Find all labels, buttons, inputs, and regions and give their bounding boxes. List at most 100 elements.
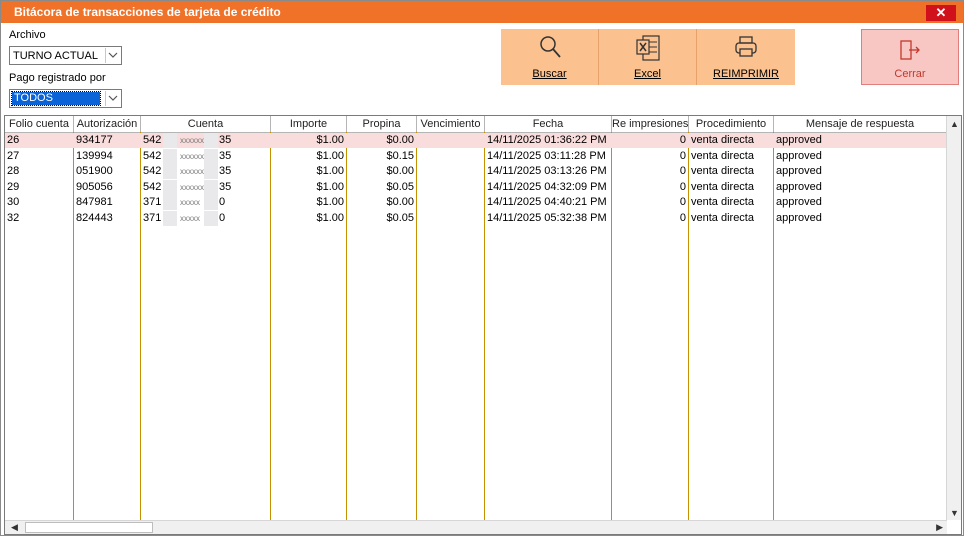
archivo-select[interactable]: TURNO ACTUAL [9,46,122,65]
cell-folio: 28 [7,165,20,177]
cell-importe: $1.00 [316,149,344,162]
cell-procedimiento: venta directa [691,149,754,162]
col-cuenta[interactable]: Cuenta [141,116,271,132]
col-procedimiento[interactable]: Procedimiento [689,116,774,132]
cell-cuenta-suffix: 35 [219,134,232,146]
cell-procedimiento: venta directa [691,134,754,146]
chevron-down-icon[interactable] [105,91,120,106]
reimprimir-label: REIMPRIMIR [713,68,779,80]
cell-fecha: 14/11/2025 03:13:26 PM [487,165,607,177]
cell-folio: 26 [7,134,20,146]
cell-vencimiento [417,164,484,179]
cell-cuenta-prefix: 371 [143,196,162,208]
cell-mensaje: approved [776,149,822,162]
scroll-down-icon[interactable]: ▼ [950,508,959,518]
cell-procedimiento: venta directa [691,196,754,208]
cell-procedimiento: venta directa [691,211,754,224]
redaction-mask [163,195,177,210]
scroll-right-icon[interactable]: ▶ [936,522,943,533]
cell-cuenta-masked: xxxxx [180,213,200,223]
col-folio-cuenta[interactable]: Folio cuenta [5,116,74,132]
cell-importe: $1.00 [316,165,344,177]
cell-propina: $0.05 [386,211,414,224]
cell-folio: 27 [7,149,20,162]
cell-fecha: 14/11/2025 04:32:09 PM [487,180,607,193]
table-row[interactable]: 32 824443 $1.00 $0.05 14/11/2025 05:32:38 PM… [5,210,947,226]
printer-icon [733,34,759,63]
vertical-scrollbar[interactable]: ▲ ▼ [946,116,961,520]
cerrar-label: Cerrar [894,68,926,80]
redaction-mask [204,179,218,195]
table-row[interactable]: 26 934177 $1.00 $0.00 14/11/2025 01:36:22 PM… [5,133,947,148]
scroll-up-icon[interactable]: ▲ [950,119,959,129]
buscar-button[interactable]: Buscar [501,29,599,85]
cell-vencimiento [417,211,484,226]
horizontal-scrollbar[interactable]: ◀ ▶ [5,520,947,534]
table-row[interactable]: 28 051900 $1.00 $0.00 14/11/2025 03:13:26 PM… [5,164,947,179]
buscar-label: Buscar [532,68,567,80]
cell-reimpresiones: 0 [679,149,686,162]
cell-reimpresiones: 0 [679,196,686,208]
cell-propina: $0.15 [386,149,414,162]
cell-cuenta-prefix: 542 [143,165,162,177]
col-autorizacion[interactable]: Autorización [74,116,141,132]
col-propina[interactable]: Propina [347,116,417,132]
cell-mensaje: approved [776,134,822,146]
cell-vencimiento [417,180,484,195]
col-re-impresiones[interactable]: Re impresiones [612,116,689,132]
table-row[interactable]: 27 139994 $1.00 $0.15 14/11/2025 03:11:28 PM… [5,148,947,164]
transactions-table[interactable]: Folio cuenta Autorización Cuenta Importe… [4,115,962,535]
archivo-value: TURNO ACTUAL [13,50,98,62]
toolbar: Buscar Excel REIMPRIMIR [501,29,795,85]
cell-mensaje: approved [776,196,822,208]
cell-cuenta-suffix: 0 [219,196,226,208]
close-window-button[interactable]: ✕ [926,5,956,21]
cell-autorizacion: 847981 [76,196,113,208]
cell-folio: 29 [7,180,20,193]
pago-registrado-select[interactable]: TODOS [9,89,122,108]
title-bar: Bitácora de transacciones de tarjeta de … [1,1,963,23]
window-title: Bitácora de transacciones de tarjeta de … [14,5,281,19]
transactions-log-window: Bitácora de transacciones de tarjeta de … [0,0,964,536]
cell-mensaje: approved [776,211,822,224]
cell-importe: $1.00 [316,180,344,193]
cell-propina: $0.05 [386,180,414,193]
cell-procedimiento: venta directa [691,180,754,193]
cell-fecha: 14/11/2025 03:11:28 PM [487,149,606,162]
cell-cuenta-prefix: 542 [143,134,162,146]
col-vencimiento[interactable]: Vencimiento [417,116,485,132]
table-row[interactable]: 29 905056 $1.00 $0.05 14/11/2025 04:32:09 PM… [5,179,947,195]
scroll-left-icon[interactable]: ◀ [11,522,18,533]
cell-folio: 30 [7,196,20,208]
cell-cuenta-masked: xxxxxx [180,182,204,192]
excel-label: Excel [634,68,661,80]
cell-folio: 32 [7,211,20,224]
cell-propina: $0.00 [386,196,414,208]
cell-importe: $1.00 [316,196,344,208]
reimprimir-button[interactable]: REIMPRIMIR [697,29,795,85]
cell-cuenta-masked: xxxxxx [180,136,204,145]
pago-label: Pago registrado por [9,72,106,84]
cerrar-button[interactable]: Cerrar [861,29,959,85]
cell-cuenta-prefix: 542 [143,149,162,162]
col-fecha[interactable]: Fecha [485,116,612,132]
cell-autorizacion: 934177 [76,134,113,146]
excel-button[interactable]: Excel [599,29,697,85]
col-importe[interactable]: Importe [271,116,347,132]
cell-fecha: 14/11/2025 04:40:21 PM [487,196,607,208]
scrollbar-thumb[interactable] [25,522,153,533]
cell-vencimiento [417,149,484,164]
redaction-mask [163,164,177,179]
cell-cuenta-prefix: 371 [143,211,162,224]
exit-door-icon [898,39,922,64]
cell-cuenta-masked: xxxxx [180,198,200,207]
redaction-mask [163,179,177,195]
chevron-down-icon[interactable] [105,48,120,63]
cell-mensaje: approved [776,180,822,193]
col-mensaje-respuesta[interactable]: Mensaje de respuesta [774,116,947,132]
cell-importe: $1.00 [316,134,344,146]
redaction-mask [204,210,218,226]
table-row[interactable]: 30 847981 $1.00 $0.00 14/11/2025 04:40:21 PM… [5,195,947,210]
cell-vencimiento [417,133,484,148]
cell-reimpresiones: 0 [679,211,686,224]
